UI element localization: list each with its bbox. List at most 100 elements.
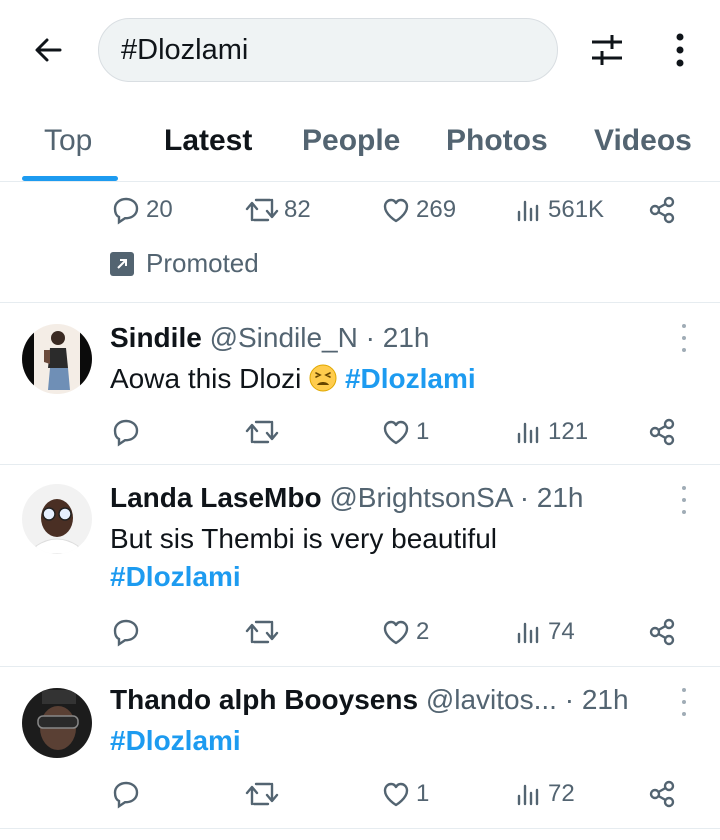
tweet-text: But sis Thembi is very beautiful #Dlozla…	[110, 520, 497, 596]
reply-button[interactable]	[110, 412, 146, 452]
views-icon	[517, 784, 539, 806]
tweet-text: #Dlozlami	[110, 722, 241, 760]
tab-bar: Top Latest People Photos Videos	[0, 104, 720, 182]
user-handle[interactable]: @lavitos...	[426, 684, 557, 715]
views-count: 74	[548, 618, 575, 645]
like-button[interactable]: 2	[380, 612, 429, 652]
reply-icon	[113, 419, 139, 447]
tab-people[interactable]: People	[302, 124, 400, 158]
divider	[0, 464, 720, 465]
back-arrow-icon[interactable]	[28, 30, 68, 70]
like-button[interactable]: 1	[380, 774, 429, 814]
retweet-icon	[245, 620, 279, 644]
reply-button[interactable]	[110, 612, 146, 652]
promoted-label: Promoted	[110, 248, 259, 279]
timestamp: · 21h	[365, 322, 430, 353]
reply-count: 20	[146, 196, 173, 223]
tweet-actions: 1 121	[0, 412, 720, 452]
display-name[interactable]: Thando alph Booysens	[110, 684, 418, 715]
retweet-button[interactable]	[244, 412, 284, 452]
hashtag-link[interactable]: #Dlozlami	[110, 722, 241, 760]
views-icon	[517, 422, 539, 444]
share-icon	[649, 780, 675, 808]
divider	[0, 666, 720, 667]
tweet-header: Thando alph Booysens @lavitos... · 21h	[110, 684, 629, 716]
timestamp: · 21h	[519, 482, 584, 513]
timestamp: · 21h	[564, 684, 629, 715]
tweet-header: Sindile @Sindile_N · 21h	[110, 322, 429, 354]
retweet-count: 82	[284, 196, 311, 223]
share-icon	[649, 618, 675, 646]
display-name[interactable]: Landa LaseMbo	[110, 482, 322, 513]
like-count: 1	[416, 780, 430, 807]
retweet-icon	[245, 420, 279, 444]
retweet-icon	[245, 198, 279, 222]
tweet-body-text: Aowa this Dlozi	[110, 363, 302, 394]
retweet-button[interactable]: 82	[244, 190, 311, 230]
like-button[interactable]: 1	[380, 412, 429, 452]
user-handle[interactable]: @BrightsonSA	[329, 482, 512, 513]
active-tab-indicator	[22, 176, 118, 181]
heart-icon	[383, 782, 409, 807]
tweet-more-icon[interactable]	[676, 688, 692, 716]
avatar[interactable]	[22, 688, 92, 758]
views-button[interactable]: 74	[514, 612, 575, 652]
share-button[interactable]	[646, 190, 678, 230]
reply-button[interactable]	[110, 774, 146, 814]
share-icon	[649, 196, 675, 224]
like-button[interactable]: 269	[380, 190, 456, 230]
promoted-actions: 20 82 269 561K	[0, 190, 720, 230]
retweet-icon	[245, 782, 279, 806]
tweet-body-text: But sis Thembi is very beautiful	[110, 523, 497, 554]
views-icon	[517, 622, 539, 644]
like-count: 269	[416, 196, 457, 223]
display-name[interactable]: Sindile	[110, 322, 202, 353]
top-bar	[0, 0, 720, 104]
tweet-header: Landa LaseMbo @BrightsonSA · 21h	[110, 482, 584, 514]
user-handle[interactable]: @Sindile_N	[210, 322, 358, 353]
reply-button[interactable]: 20	[110, 190, 173, 230]
search-filter-icon[interactable]	[586, 30, 628, 70]
retweet-button[interactable]	[244, 612, 284, 652]
share-button[interactable]	[646, 412, 678, 452]
tab-top[interactable]: Top	[44, 124, 92, 158]
tab-latest[interactable]: Latest	[164, 124, 252, 158]
views-button[interactable]: 561K	[514, 190, 604, 230]
views-button[interactable]: 121	[514, 412, 588, 452]
tweet-text: Aowa this Dlozi #Dlozlami	[110, 360, 476, 398]
views-count: 561K	[548, 196, 605, 223]
tweet-actions: 1 72	[0, 774, 720, 814]
views-icon	[517, 200, 539, 222]
divider	[0, 828, 720, 829]
like-count: 1	[416, 418, 430, 445]
hashtag-link[interactable]: #Dlozlami	[110, 558, 497, 596]
promoted-text: Promoted	[146, 248, 259, 278]
tab-videos[interactable]: Videos	[594, 124, 692, 158]
more-options-icon[interactable]	[662, 28, 698, 72]
tweet-more-icon[interactable]	[676, 324, 692, 352]
search-box[interactable]	[98, 18, 558, 82]
hashtag-link[interactable]: #Dlozlami	[345, 363, 476, 394]
tweet-more-icon[interactable]	[676, 486, 692, 514]
promoted-icon	[110, 251, 134, 276]
heart-icon	[383, 198, 409, 223]
tab-photos[interactable]: Photos	[446, 124, 548, 158]
like-count: 2	[416, 618, 430, 645]
share-button[interactable]	[646, 612, 678, 652]
avatar[interactable]	[22, 324, 92, 394]
share-button[interactable]	[646, 774, 678, 814]
reply-icon	[113, 781, 139, 809]
views-count: 121	[548, 418, 589, 445]
retweet-button[interactable]	[244, 774, 284, 814]
heart-icon	[383, 620, 409, 645]
views-count: 72	[548, 780, 575, 807]
share-icon	[649, 418, 675, 446]
tired-face-emoji-icon	[309, 364, 337, 392]
avatar[interactable]	[22, 484, 92, 554]
reply-icon	[113, 197, 139, 225]
reply-icon	[113, 619, 139, 647]
search-input[interactable]	[99, 19, 557, 81]
views-button[interactable]: 72	[514, 774, 575, 814]
tweet-actions: 2 74	[0, 612, 720, 652]
heart-icon	[383, 420, 409, 445]
